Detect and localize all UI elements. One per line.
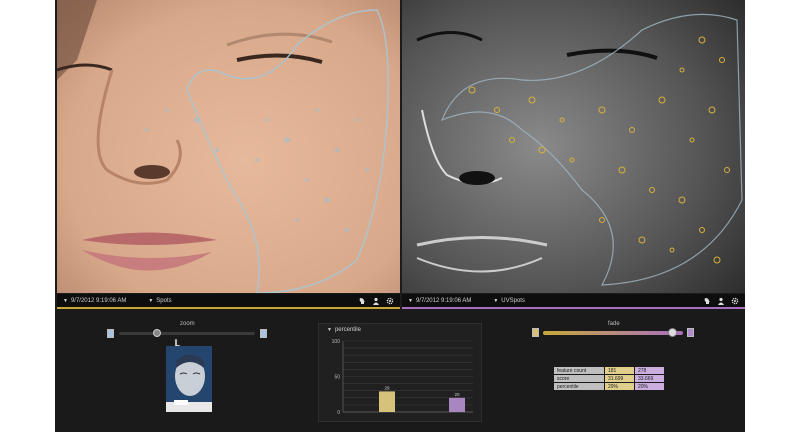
right-timestamp-dropdown[interactable]: ▼ 9/7/2012 9:19:06 AM bbox=[408, 298, 471, 304]
fade-right-button[interactable] bbox=[687, 328, 694, 337]
left-mode: Spots bbox=[156, 297, 172, 304]
left-timestamp-dropdown[interactable]: ▼ 9/7/2012 9:19:06 AM bbox=[63, 298, 126, 304]
zoom-slider-thumb[interactable] bbox=[153, 329, 162, 337]
app-window: ▼ 9/7/2012 9:19:06 AM ▼ Spots ▼ 9/7/2012… bbox=[55, 0, 745, 432]
fade-slider-thumb[interactable] bbox=[667, 328, 677, 337]
stats-table: feature count 181 278 score 31.699 33.66… bbox=[553, 366, 665, 391]
person-icon[interactable] bbox=[717, 297, 725, 305]
stats-left-value: 181 bbox=[604, 366, 635, 375]
person-icon[interactable] bbox=[372, 297, 380, 305]
stats-left-value: 29% bbox=[604, 382, 635, 391]
stats-left-value: 31.699 bbox=[604, 374, 635, 383]
table-row: feature count 181 278 bbox=[553, 366, 665, 375]
zoom-slider[interactable] bbox=[119, 332, 255, 335]
zoom-out-button[interactable] bbox=[107, 329, 114, 338]
chart-y-tick-label: 100 bbox=[332, 339, 341, 345]
chart-bar-label: 20 bbox=[454, 392, 460, 397]
right-panel-toolbar: ▼ 9/7/2012 9:19:06 AM ▼ UVSpots bbox=[402, 294, 745, 309]
chevron-down-icon: ▼ bbox=[493, 297, 499, 304]
table-row: percentile 29% 20% bbox=[553, 382, 665, 391]
face-thumbnail-image bbox=[166, 354, 212, 412]
chart-y-tick-label: 0 bbox=[337, 410, 340, 416]
chart-bar-label: 29 bbox=[384, 385, 390, 390]
chart-bar bbox=[449, 397, 465, 412]
stats-right-value: 278 bbox=[634, 366, 665, 375]
chevron-down-icon: ▼ bbox=[148, 297, 154, 304]
fade-label: fade bbox=[608, 321, 620, 327]
stats-right-value: 33.669 bbox=[634, 374, 665, 383]
chevron-down-icon: ▼ bbox=[408, 297, 413, 304]
table-row: score 31.699 33.669 bbox=[553, 374, 665, 383]
fade-slider[interactable] bbox=[543, 331, 683, 335]
stats-right-value: 20% bbox=[634, 382, 665, 391]
zoom-label: zoom bbox=[180, 321, 195, 327]
face-thumbnail[interactable] bbox=[166, 346, 212, 412]
head-profile-icon[interactable] bbox=[703, 297, 711, 305]
face-photo-right bbox=[402, 0, 745, 293]
left-mode-dropdown[interactable]: ▼ Spots bbox=[148, 298, 171, 304]
head-profile-icon[interactable] bbox=[358, 297, 366, 305]
right-mode-dropdown[interactable]: ▼ UVSpots bbox=[493, 298, 525, 304]
right-timestamp: 9/7/2012 9:19:06 AM bbox=[415, 297, 472, 304]
bottom-controls: zoom ▼ percentile 0 50 100 29 20 fade fe… bbox=[55, 310, 745, 432]
left-timestamp: 9/7/2012 9:19:06 AM bbox=[70, 297, 127, 304]
stats-label: percentile bbox=[553, 382, 605, 391]
left-image-panel[interactable] bbox=[57, 0, 400, 293]
zoom-in-button[interactable] bbox=[260, 329, 267, 338]
percentile-chart-panel: ▼ percentile 0 50 100 29 20 bbox=[318, 323, 482, 422]
right-image-panel[interactable] bbox=[402, 0, 745, 293]
stats-label: score bbox=[553, 374, 605, 383]
percentile-bar-chart: 0 50 100 29 20 bbox=[332, 339, 473, 416]
chevron-down-icon: ▼ bbox=[63, 297, 68, 304]
left-panel-toolbar: ▼ 9/7/2012 9:19:06 AM ▼ Spots bbox=[57, 294, 400, 309]
gear-icon[interactable] bbox=[731, 297, 739, 305]
chart-bar bbox=[379, 391, 395, 412]
fade-left-button[interactable] bbox=[532, 328, 539, 337]
stats-label: feature count bbox=[553, 366, 605, 375]
gear-icon[interactable] bbox=[386, 297, 394, 305]
right-mode: UVSpots bbox=[501, 297, 525, 304]
face-photo-left bbox=[57, 0, 400, 293]
chart-y-tick-label: 50 bbox=[334, 375, 340, 381]
